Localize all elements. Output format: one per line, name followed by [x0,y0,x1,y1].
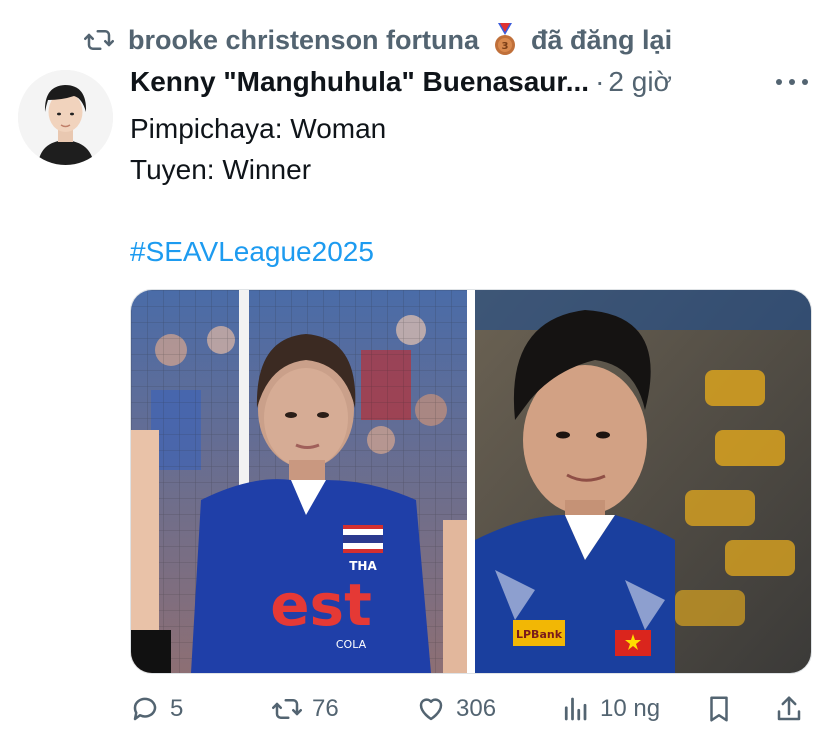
jersey-logo-sub: COLA [336,638,367,651]
reply-icon [133,697,157,721]
view-count: 10 ng [600,695,661,722]
hashtag-link[interactable]: #SEAVLeague2025 [130,231,386,272]
like-count: 306 [456,695,497,722]
repost-icon [84,30,114,50]
author-name[interactable]: Kenny "Manghuhula" Buenasaur... [130,66,589,98]
repost-suffix: đã đăng lại [531,24,673,55]
bookmark-icon [710,696,728,722]
avatar-image [18,70,113,165]
repost-icon [272,699,302,719]
volleyball-player-photo: THA est COLA [131,290,467,673]
volleyball-player-photo: LPBank [475,290,811,673]
repost-button[interactable]: 76 [272,694,339,724]
author-avatar[interactable] [18,70,113,165]
tweet-header: Kenny "Manghuhula" Buenasaur... · 2 giờ [130,66,672,106]
heart-icon [419,698,443,721]
tweet-text: Pimpichaya: Woman Tuyen: Winner #SEAVLea… [130,108,386,272]
photo-right[interactable]: LPBank [475,290,811,673]
tweet-line: Pimpichaya: Woman [130,113,387,144]
tweet-actions: 5 76 306 10 ng [130,690,810,730]
photo-left[interactable]: THA est COLA [131,290,467,673]
tweet-line: Tuyen: Winner [130,154,312,185]
reply-button[interactable]: 5 [130,694,183,724]
svg-text:3: 3 [502,41,509,52]
jersey-logo-text: est [270,571,372,639]
header-separator: · [595,66,605,97]
jersey-sponsor: LPBank [516,628,563,641]
bar-chart-icon [564,697,587,721]
bookmark-button[interactable] [704,694,744,724]
reposter-name[interactable]: brooke christenson fortuna [128,25,479,56]
views-button[interactable]: 10 ng [560,694,660,724]
reply-count: 5 [170,695,184,722]
share-button[interactable] [774,694,814,724]
tweet-timestamp[interactable]: 2 giờ [608,66,672,98]
tweet-media[interactable]: THA est COLA LPBank [130,289,812,674]
bronze-medal-icon: 3 [495,23,516,55]
repost-header: brooke christenson fortuna 3 đã đăng lại [84,22,672,58]
repost-count: 76 [312,695,339,722]
like-button[interactable]: 306 [416,694,496,724]
more-options-icon[interactable] [776,72,808,92]
share-icon [777,696,801,721]
